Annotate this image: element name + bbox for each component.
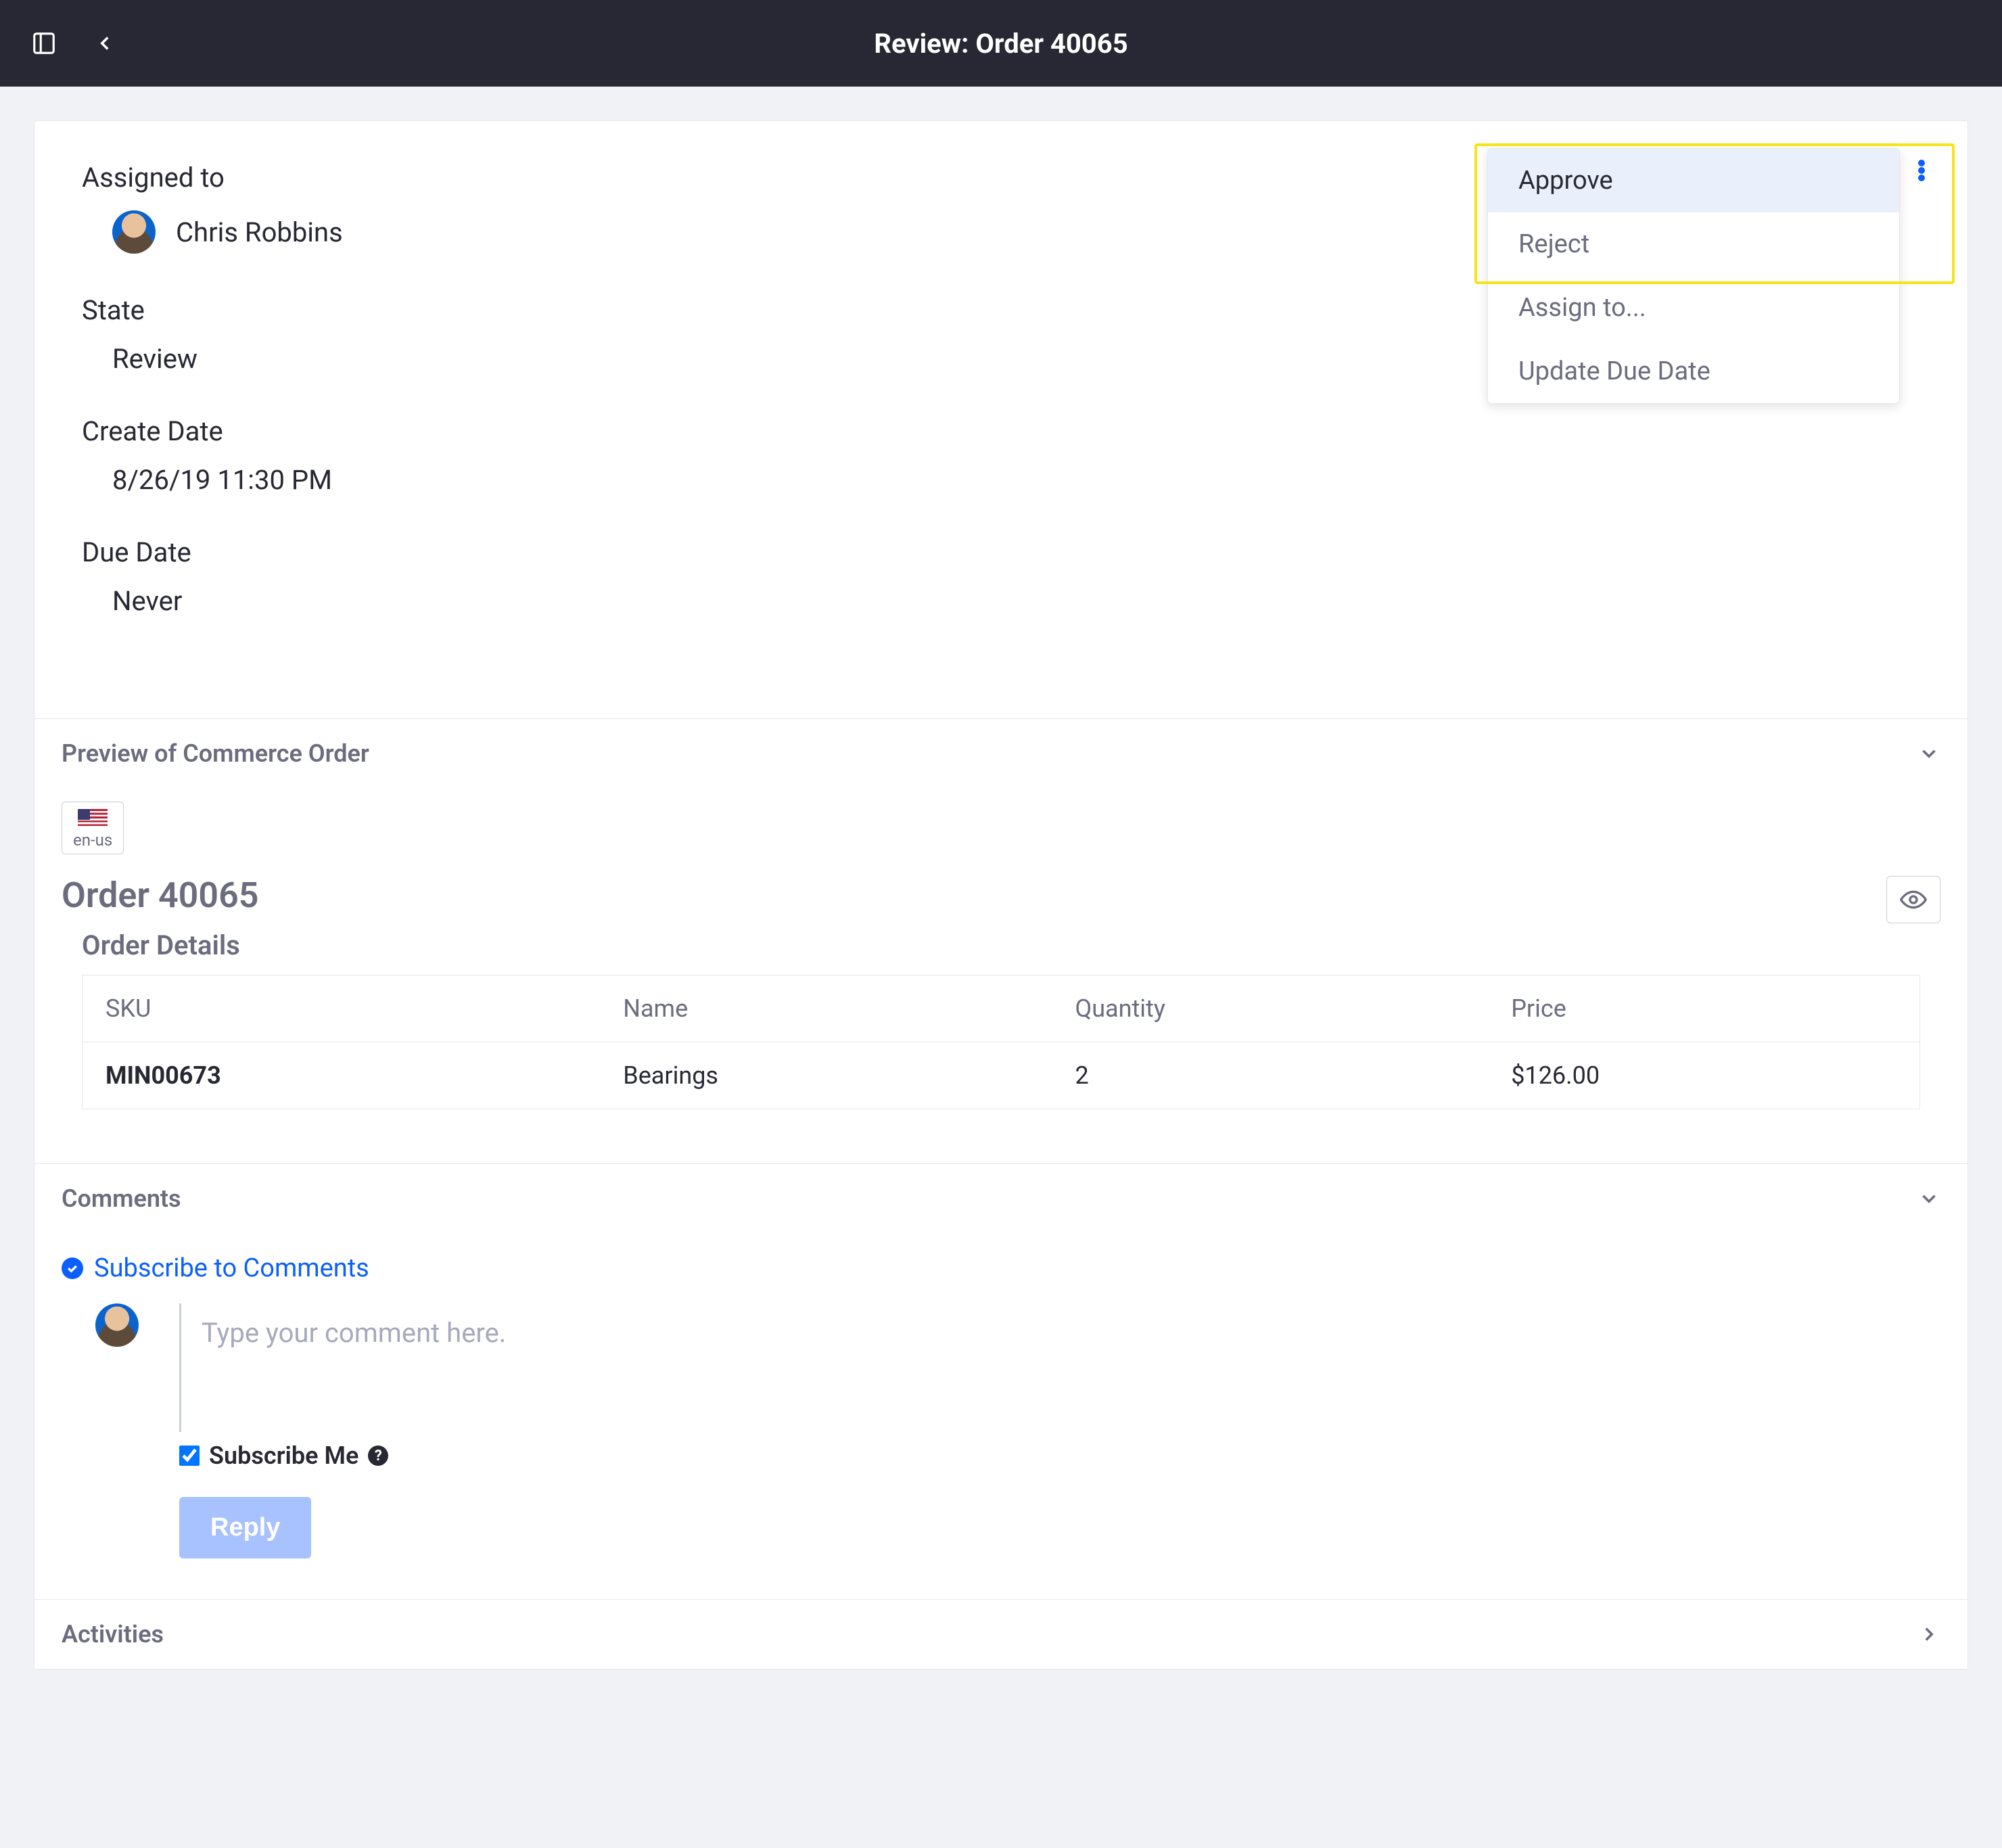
table-row: MIN00673 Bearings 2 $126.00 xyxy=(83,1042,1920,1109)
order-title: Order 40065 xyxy=(62,875,1940,916)
create-date-label: Create Date xyxy=(82,415,1920,447)
subscribe-me-row[interactable]: Subscribe Me ? xyxy=(179,1441,1940,1470)
page-title: Review: Order 40065 xyxy=(874,28,1127,60)
comments-section-title: Comments xyxy=(62,1184,181,1213)
preview-section-title: Preview of Commerce Order xyxy=(62,739,369,768)
current-user-avatar xyxy=(95,1303,139,1347)
subscribe-me-checkbox[interactable] xyxy=(179,1446,200,1466)
actions-menu-button[interactable] xyxy=(1909,158,1934,183)
col-price: Price xyxy=(1488,975,1919,1042)
activities-section-title: Activities xyxy=(62,1620,164,1648)
table-header-row: SKU Name Quantity Price xyxy=(83,975,1920,1042)
col-quantity: Quantity xyxy=(1052,975,1488,1042)
col-sku: SKU xyxy=(83,975,601,1042)
comments-section-header[interactable]: Comments xyxy=(34,1163,1968,1233)
order-details-title: Order Details xyxy=(82,929,1940,961)
due-date-label: Due Date xyxy=(82,536,1920,568)
col-name: Name xyxy=(600,975,1052,1042)
locale-badge[interactable]: en-us xyxy=(62,802,124,854)
assignee-name: Chris Robbins xyxy=(176,216,343,248)
action-update-due-date[interactable]: Update Due Date xyxy=(1488,340,1899,403)
chevron-down-icon xyxy=(1917,742,1940,765)
locale-text: en-us xyxy=(73,831,112,850)
subscribe-me-label: Subscribe Me xyxy=(209,1441,358,1470)
check-circle-icon xyxy=(62,1257,83,1279)
reply-button[interactable]: Reply xyxy=(179,1497,311,1558)
action-reject[interactable]: Reject xyxy=(1488,212,1899,276)
action-assign-to[interactable]: Assign to... xyxy=(1488,276,1899,340)
cell-price: $126.00 xyxy=(1488,1042,1919,1109)
chevron-right-icon xyxy=(1917,1623,1940,1646)
order-details-table: SKU Name Quantity Price MIN00673 Bearing… xyxy=(82,975,1920,1109)
cell-sku: MIN00673 xyxy=(83,1042,601,1109)
create-date-value: 8/26/19 11:30 PM xyxy=(82,464,1920,496)
comment-input[interactable] xyxy=(179,1303,1940,1432)
sidebar-toggle-icon[interactable] xyxy=(27,26,61,60)
cell-name: Bearings xyxy=(600,1042,1052,1109)
preview-section-header[interactable]: Preview of Commerce Order xyxy=(34,718,1968,788)
due-date-value: Never xyxy=(82,585,1920,617)
us-flag-icon xyxy=(78,809,108,828)
activities-section-header[interactable]: Activities xyxy=(34,1599,1968,1669)
actions-menu: Approve Reject Assign to... Update Due D… xyxy=(1487,148,1900,404)
assignee-avatar xyxy=(112,210,156,254)
help-icon[interactable]: ? xyxy=(368,1446,388,1466)
preview-visibility-button[interactable] xyxy=(1886,876,1940,923)
back-button[interactable] xyxy=(88,26,122,60)
chevron-down-icon xyxy=(1917,1187,1940,1210)
cell-qty: 2 xyxy=(1052,1042,1488,1109)
action-approve[interactable]: Approve xyxy=(1488,149,1899,212)
subscribe-to-comments-link[interactable]: Subscribe to Comments xyxy=(62,1253,369,1283)
